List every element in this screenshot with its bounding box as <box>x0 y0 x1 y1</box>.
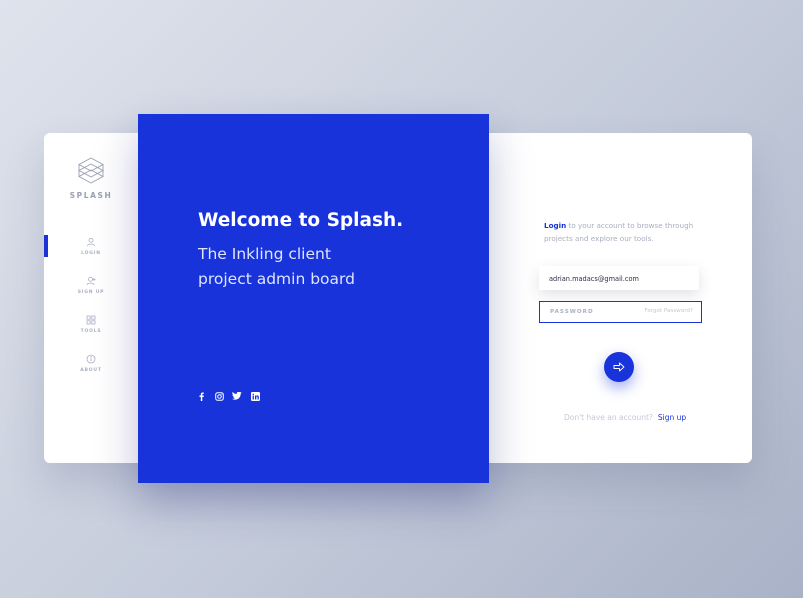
sidebar-item-tools[interactable]: TOOLS <box>44 315 138 334</box>
social-links <box>196 391 260 401</box>
email-field[interactable] <box>539 267 689 291</box>
signup-link[interactable]: Sign up <box>658 413 686 422</box>
signup-prompt: Don't have an account? Sign up <box>564 413 686 422</box>
linkedin-icon[interactable] <box>250 391 260 401</box>
email-field-container <box>539 266 699 291</box>
splash-logo-icon <box>78 157 104 184</box>
login-submit-button[interactable] <box>604 352 634 382</box>
info-icon <box>86 354 96 364</box>
sidebar-item-about[interactable]: ABOUT <box>44 354 138 373</box>
sidebar-item-label: SIGN UP <box>77 290 105 295</box>
grid-icon <box>86 315 96 325</box>
hero-title: Welcome to Splash. <box>198 210 404 231</box>
sidebar-item-login[interactable]: LOGIN <box>44 237 138 256</box>
password-field-container: Forgot Password? <box>539 301 702 323</box>
hero-panel: Welcome to Splash. The Inkling client pr… <box>138 114 489 483</box>
password-field[interactable] <box>540 302 640 321</box>
sidebar-item-label: LOGIN <box>81 251 101 256</box>
user-add-icon <box>86 276 96 286</box>
logo[interactable]: SPLASH <box>68 157 114 200</box>
sidebar: SPLASH LOGIN SIGN UP TOOLS ABOUT <box>44 133 138 463</box>
signup-prompt-text: Don't have an account? <box>564 413 653 422</box>
instagram-icon[interactable] <box>214 391 224 401</box>
logo-text: SPLASH <box>69 191 113 200</box>
sidebar-item-label: ABOUT <box>80 368 102 373</box>
login-intro-link[interactable]: Login <box>544 221 566 230</box>
facebook-icon[interactable] <box>196 391 206 401</box>
login-intro-text: Login to your account to browse through … <box>544 220 704 245</box>
hero-subtitle-line-1: The Inkling client <box>198 245 331 263</box>
login-intro-rest: to your account to browse through projec… <box>544 221 694 243</box>
arrow-right-icon <box>613 362 625 372</box>
sidebar-item-label: TOOLS <box>80 329 102 334</box>
forgot-password-link[interactable]: Forgot Password? <box>644 308 693 314</box>
user-icon <box>87 237 95 247</box>
sidebar-item-signup[interactable]: SIGN UP <box>44 276 138 295</box>
hero-subtitle-line-2: project admin board <box>198 270 355 288</box>
twitter-icon[interactable] <box>232 391 242 401</box>
hero-subtitle: The Inkling client project admin board <box>198 242 355 292</box>
